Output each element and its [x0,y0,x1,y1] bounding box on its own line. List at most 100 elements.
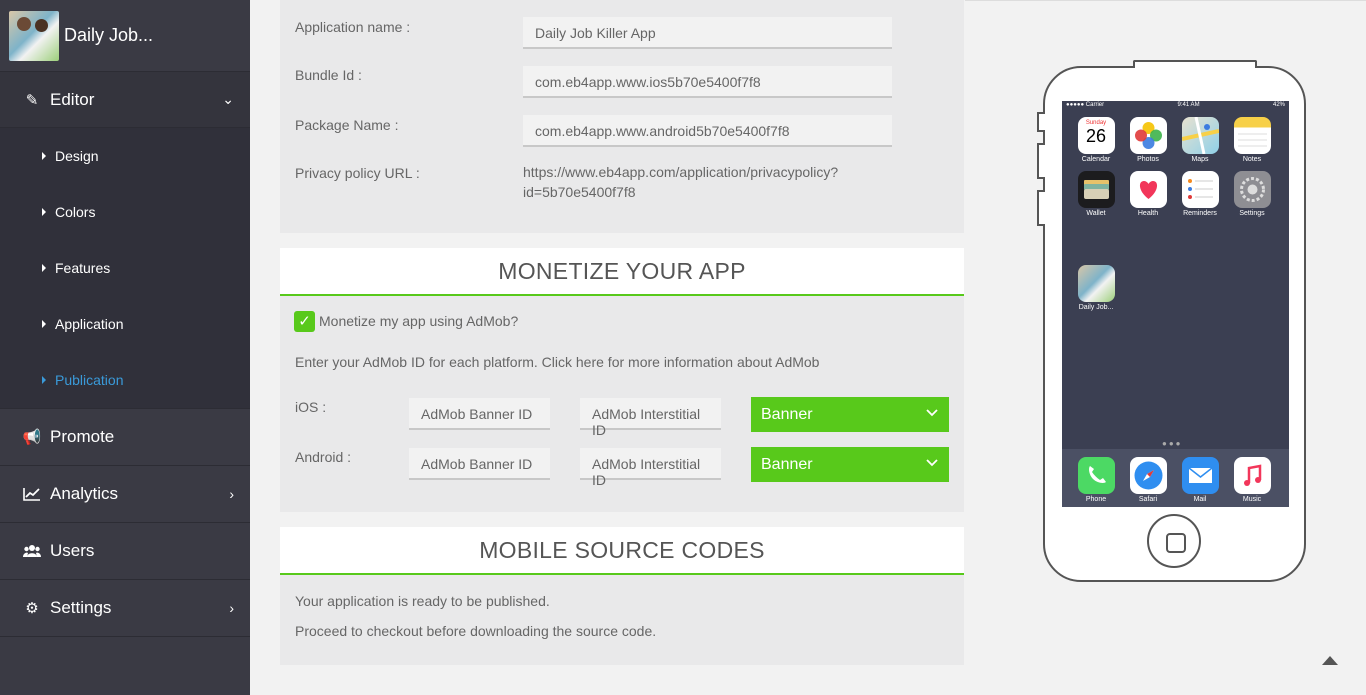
health-icon [1129,171,1167,208]
package-name-field[interactable]: com.eb4app.www.android5b70e5400f7f8 [523,115,892,147]
wallet-app: Wallet [1076,171,1116,217]
sidebar-item-users[interactable]: Users [0,523,250,580]
app-label: Wallet [1086,210,1106,217]
source-status-text: Your application is ready to be publishe… [295,593,550,609]
calendar-app: Sunday 26 Calendar [1076,117,1116,163]
notes-app: Notes [1232,117,1272,163]
wallet-icon [1077,171,1115,208]
admob-checkbox-label[interactable]: Monetize my app using AdMob? [319,313,518,329]
android-interstitial-id-input[interactable]: AdMob Interstitial ID [580,448,721,488]
admob-info-text[interactable]: Enter your AdMob ID for each platform. C… [295,354,819,370]
android-ad-type-select[interactable]: Banner [751,447,949,482]
phone-volume-up [1037,143,1045,179]
caret-right-icon [42,208,46,216]
pencil-icon: ✎ [25,91,39,109]
select-value: Banner [761,406,813,423]
app-label: Music [1242,496,1262,503]
custom-app: Daily Job... [1076,265,1116,311]
app-label: Reminders [1183,210,1217,217]
app-name-label: Application name : [295,19,411,35]
privacy-url-line: id=5b70e5400f7f8 [523,184,636,200]
top-divider [965,0,1366,1]
sidebar-item-promote[interactable]: 📢 Promote [0,409,250,466]
photos-app: Photos [1128,117,1168,163]
battery-text: 42% [1272,102,1285,108]
sidebar-subitem-colors[interactable]: Colors [0,184,250,240]
privacy-url-label: Privacy policy URL : [295,165,420,181]
reminders-icon [1181,171,1219,208]
app-title: Daily Job... [64,25,154,45]
phone-screen: ●●●●● Carrier 9:41 AM 42% Sunday 26 Cale… [1062,101,1289,507]
select-value: Banner [761,456,813,473]
source-checkout-text: Proceed to checkout before downloading t… [295,623,657,639]
gears-icon: ⚙ [25,600,39,617]
source-codes-panel: MOBILE SOURCE CODES Your application is … [280,527,964,665]
source-codes-title: MOBILE SOURCE CODES [280,527,964,575]
calendar-date: 26 [1085,126,1107,146]
app-label: Mail [1193,496,1207,503]
phone-preview: ●●●●● Carrier 9:41 AM 42% Sunday 26 Cale… [1043,66,1306,582]
app-avatar [9,10,59,61]
calendar-icon: Sunday 26 [1077,117,1115,154]
sidebar-subitem-label: Publication [55,372,124,388]
music-app: Music [1232,457,1272,503]
ios-label: iOS : [295,399,327,415]
sidebar-subitem-application[interactable]: Application [0,296,250,352]
home-button [1147,514,1201,568]
time-text: 9:41 AM [1177,102,1200,108]
sidebar-subitem-publication[interactable]: Publication [0,352,250,408]
sidebar-item-analytics[interactable]: Analytics › [0,466,250,523]
settings-app: Settings [1232,171,1272,217]
sidebar-header[interactable]: Daily Job... [0,0,250,72]
megaphone-icon: 📢 [22,429,42,446]
app-label: Safari [1138,496,1158,503]
sidebar-subitem-label: Colors [55,204,96,220]
phone-app: Phone [1076,457,1116,503]
caret-right-icon [42,320,46,328]
custom-app-icon [1077,265,1115,302]
phone-volume-down [1037,190,1045,226]
app-name-field[interactable]: Daily Job Killer App [523,17,892,49]
privacy-url-line: https://www.eb4app.com/application/priva… [523,164,839,180]
maps-icon [1181,116,1219,155]
sidebar-subitem-label: Design [55,148,99,164]
mail-app: Mail [1180,457,1220,503]
scroll-to-top-icon[interactable] [1322,656,1338,665]
maps-app: Maps [1180,116,1220,163]
sidebar-item-editor[interactable]: ✎ Editor ⌄ [0,72,250,128]
settings-gear-icon [1233,171,1271,208]
safari-app: Safari [1128,457,1168,503]
sidebar-subitem-label: Application [55,316,124,332]
editor-submenu: Design Colors Features Application Publi… [0,128,250,409]
chart-line-icon [22,484,42,504]
privacy-url-value[interactable]: https://www.eb4app.com/application/priva… [523,162,853,202]
users-icon [22,541,42,561]
app-label: Daily Job... [1078,304,1114,311]
sidebar-subitem-features[interactable]: Features [0,240,250,296]
sidebar-subitem-design[interactable]: Design [0,128,250,184]
package-name-label: Package Name : [295,117,399,133]
bundle-id-field[interactable]: com.eb4app.www.ios5b70e5400f7f8 [523,66,892,98]
phone-dock: Phone Safari Mail Music [1062,449,1289,507]
safari-icon [1129,457,1167,494]
phone-side-button [1037,112,1045,132]
chevron-down-icon: ⌄ [222,91,234,107]
sidebar-item-settings[interactable]: ⚙ Settings › [0,580,250,637]
android-banner-id-input[interactable]: AdMob Banner ID [409,448,550,480]
mail-icon [1181,457,1219,494]
chevron-down-icon [925,405,939,422]
app-label: Notes [1242,156,1262,163]
ios-banner-id-input[interactable]: AdMob Banner ID [409,398,550,430]
monetize-title: MONETIZE YOUR APP [280,248,964,296]
app-label: Settings [1239,210,1265,217]
carrier-text: ●●●●● Carrier [1066,102,1105,108]
calendar-day: Sunday [1085,120,1107,126]
health-app: Health [1128,171,1168,217]
ios-ad-type-select[interactable]: Banner [751,397,949,432]
sidebar-item-label: Settings [50,598,112,617]
ios-interstitial-id-input[interactable]: AdMob Interstitial ID [580,398,721,438]
app-label: Photos [1137,156,1159,163]
admob-checkbox[interactable]: ✓ [294,311,315,332]
sidebar-item-label: Promote [50,427,115,446]
app-label: Maps [1191,156,1209,163]
